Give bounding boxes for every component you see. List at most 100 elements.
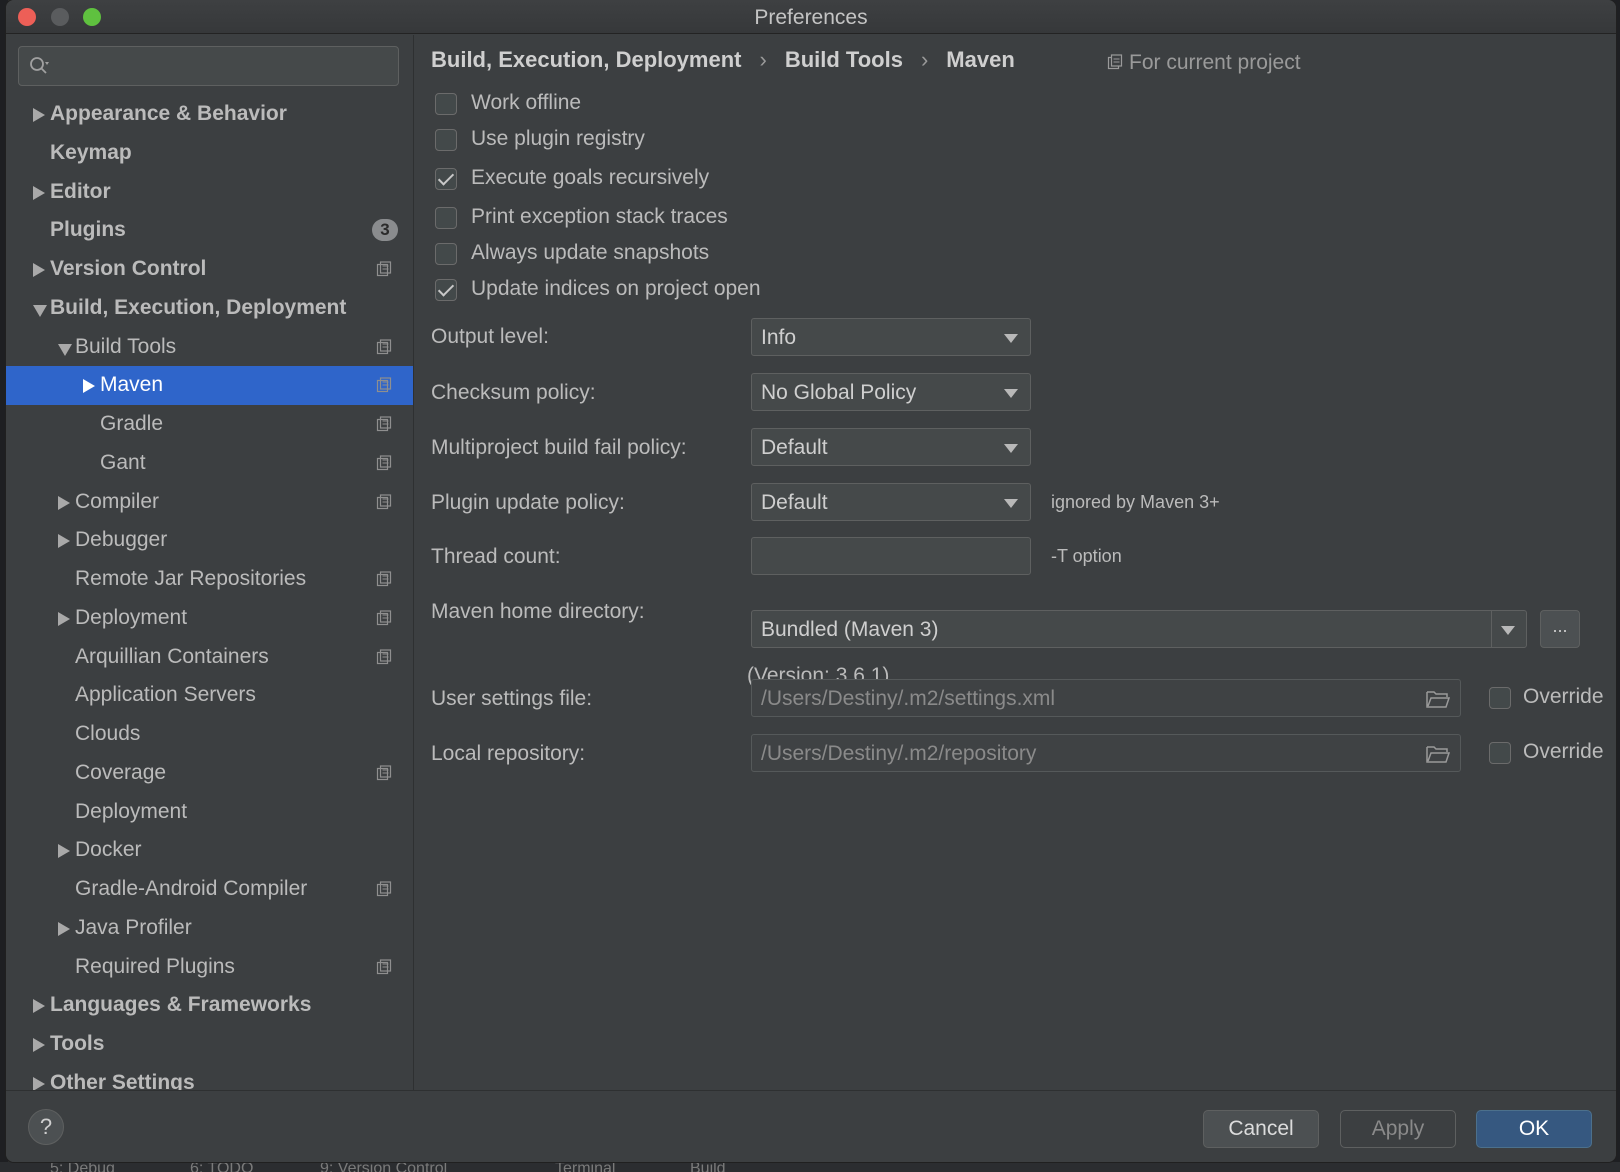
sidebar-item-label: Gradle xyxy=(100,412,164,435)
user-settings-input[interactable]: /Users/Destiny/.m2/settings.xml xyxy=(751,679,1461,717)
plugin-update-policy-value: Default xyxy=(761,491,828,514)
project-scope-indicator: For current project xyxy=(1107,51,1301,75)
collapse-arrow-icon[interactable] xyxy=(58,343,72,356)
sidebar-item-clouds[interactable]: Clouds xyxy=(6,715,413,754)
local-repository-value: /Users/Destiny/.m2/repository xyxy=(761,742,1037,765)
sidebar-item-docker[interactable]: Docker xyxy=(6,831,413,870)
sidebar-item-label: Deployment xyxy=(75,605,188,629)
plugin-updates-badge: 3 xyxy=(372,219,398,242)
help-button[interactable]: ? xyxy=(28,1109,64,1145)
expand-arrow-icon[interactable] xyxy=(33,263,45,277)
sidebar-item-application-servers[interactable]: Application Servers xyxy=(6,676,413,715)
sidebar-item-build-tools[interactable]: Build Tools xyxy=(6,328,413,367)
option-label: Always update snapshots xyxy=(471,241,710,264)
browse-maven-home-button[interactable]: ... xyxy=(1540,610,1580,648)
expand-arrow-icon[interactable] xyxy=(33,108,45,122)
multiproject-fail-policy-dropdown[interactable]: Default xyxy=(751,428,1031,466)
output-level-dropdown[interactable]: Info xyxy=(751,318,1031,356)
folder-open-icon[interactable] xyxy=(1426,689,1450,709)
local-repository-override-checkbox[interactable] xyxy=(1489,742,1511,764)
sidebar-item-other-settings[interactable]: Other Settings xyxy=(6,1064,413,1090)
sidebar-item-gradle[interactable]: Gradle xyxy=(6,405,413,444)
option-checkbox[interactable] xyxy=(435,93,457,115)
option-checkbox[interactable] xyxy=(435,279,457,301)
sidebar-item-debugger[interactable]: Debugger xyxy=(6,521,413,560)
chevron-down-icon[interactable] xyxy=(1501,626,1515,635)
sidebar-item-build-execution-deployment[interactable]: Build, Execution, Deployment xyxy=(6,289,413,328)
sidebar-item-label: Coverage xyxy=(75,760,167,784)
project-scope-label: For current project xyxy=(1129,51,1301,74)
title-bar[interactable]: Preferences xyxy=(6,0,1616,34)
project-settings-icon xyxy=(376,958,392,974)
sidebar-item-plugins[interactable]: Plugins 3 xyxy=(6,211,413,250)
sidebar-item-languages-frameworks[interactable]: Languages & Frameworks xyxy=(6,986,413,1025)
sidebar-item-label: Arquillian Containers xyxy=(75,644,269,668)
expand-arrow-icon[interactable] xyxy=(33,999,45,1014)
collapse-arrow-icon[interactable] xyxy=(33,304,47,317)
sidebar-item-label: Tools xyxy=(50,1032,105,1055)
apply-button[interactable]: Apply xyxy=(1340,1110,1456,1148)
chevron-down-icon xyxy=(1004,389,1018,398)
sidebar-item-editor[interactable]: Editor xyxy=(6,173,413,212)
sidebar-item-version-control[interactable]: Version Control xyxy=(6,250,413,289)
expand-arrow-icon[interactable] xyxy=(33,185,45,200)
option-checkbox[interactable] xyxy=(435,207,457,229)
settings-sidebar: Appearance & Behavior Keymap Editor Plugins… xyxy=(6,35,414,1090)
sidebar-item-deployment[interactable]: Deployment xyxy=(6,599,413,638)
sidebar-item-gradle-android-compiler[interactable]: Gradle-Android Compiler xyxy=(6,870,413,909)
option-checkbox[interactable] xyxy=(435,168,457,190)
window-title: Preferences xyxy=(754,6,868,29)
sidebar-item-compiler[interactable]: Compiler xyxy=(6,483,413,522)
project-settings-icon xyxy=(376,648,392,664)
sidebar-item-appearance-behavior[interactable]: Appearance & Behavior xyxy=(6,95,413,134)
expand-arrow-icon[interactable] xyxy=(33,1076,45,1090)
local-repository-input[interactable]: /Users/Destiny/.m2/repository xyxy=(751,734,1461,772)
project-settings-icon xyxy=(376,765,392,780)
user-settings-override-checkbox[interactable] xyxy=(1489,687,1511,709)
ok-button[interactable]: OK xyxy=(1476,1110,1592,1148)
expand-arrow-icon[interactable] xyxy=(58,611,70,626)
expand-arrow-icon[interactable] xyxy=(58,844,70,859)
search-icon xyxy=(30,57,49,74)
plugin-update-policy-dropdown[interactable]: Default xyxy=(751,483,1031,521)
sidebar-item-label: Build Tools xyxy=(75,334,177,358)
sidebar-item-keymap[interactable]: Keymap xyxy=(6,134,413,173)
project-settings-icon xyxy=(376,493,392,509)
project-settings-icon xyxy=(376,571,392,587)
sidebar-item-gant[interactable]: Gant xyxy=(6,444,413,483)
sidebar-item-coverage[interactable]: Coverage xyxy=(6,754,413,793)
sidebar-item-required-plugins[interactable]: Required Plugins xyxy=(6,948,413,987)
sidebar-item-label: Build, Execution, Deployment xyxy=(50,295,347,319)
cancel-button[interactable]: Cancel xyxy=(1203,1110,1319,1148)
settings-tree: Appearance & Behavior Keymap Editor Plugins… xyxy=(6,95,413,1090)
thread-count-input[interactable] xyxy=(751,537,1031,575)
sidebar-item-label: Gradle-Android Compiler xyxy=(75,877,308,900)
settings-search-input[interactable] xyxy=(18,46,399,86)
checksum-policy-dropdown[interactable]: No Global Policy xyxy=(751,373,1031,411)
maven-home-combobox[interactable]: Bundled (Maven 3) xyxy=(751,610,1527,648)
output-level-label: Output level: xyxy=(431,325,549,348)
combobox-divider xyxy=(1491,611,1492,647)
thread-count-label: Thread count: xyxy=(431,545,561,568)
option-label: Print exception stack traces xyxy=(471,205,728,228)
checksum-policy-label: Checksum policy: xyxy=(431,381,596,404)
sidebar-item-tools[interactable]: Tools xyxy=(6,1025,413,1064)
sidebar-item-arquillian-containers[interactable]: Arquillian Containers xyxy=(6,638,413,677)
folder-open-icon[interactable] xyxy=(1426,744,1450,764)
expand-arrow-icon[interactable] xyxy=(58,534,70,549)
option-checkbox[interactable] xyxy=(435,243,457,265)
expand-arrow-icon[interactable] xyxy=(58,921,70,936)
option-label: Update indices on project open xyxy=(471,277,761,300)
expand-arrow-icon[interactable] xyxy=(83,379,95,394)
sidebar-item-label: Appearance & Behavior xyxy=(50,102,287,125)
expand-arrow-icon[interactable] xyxy=(33,1038,45,1052)
sidebar-item-remote-jar-repositories[interactable]: Remote Jar Repositories xyxy=(6,560,413,599)
sidebar-item-java-profiler[interactable]: Java Profiler xyxy=(6,909,413,948)
option-checkbox[interactable] xyxy=(435,129,457,151)
project-settings-icon xyxy=(376,610,392,625)
chevron-down-icon xyxy=(1004,499,1018,508)
sidebar-item-deployment[interactable]: Deployment xyxy=(6,793,413,832)
sidebar-item-maven[interactable]: Maven xyxy=(6,366,413,405)
sidebar-item-label: Gant xyxy=(100,450,146,474)
expand-arrow-icon[interactable] xyxy=(58,495,70,510)
